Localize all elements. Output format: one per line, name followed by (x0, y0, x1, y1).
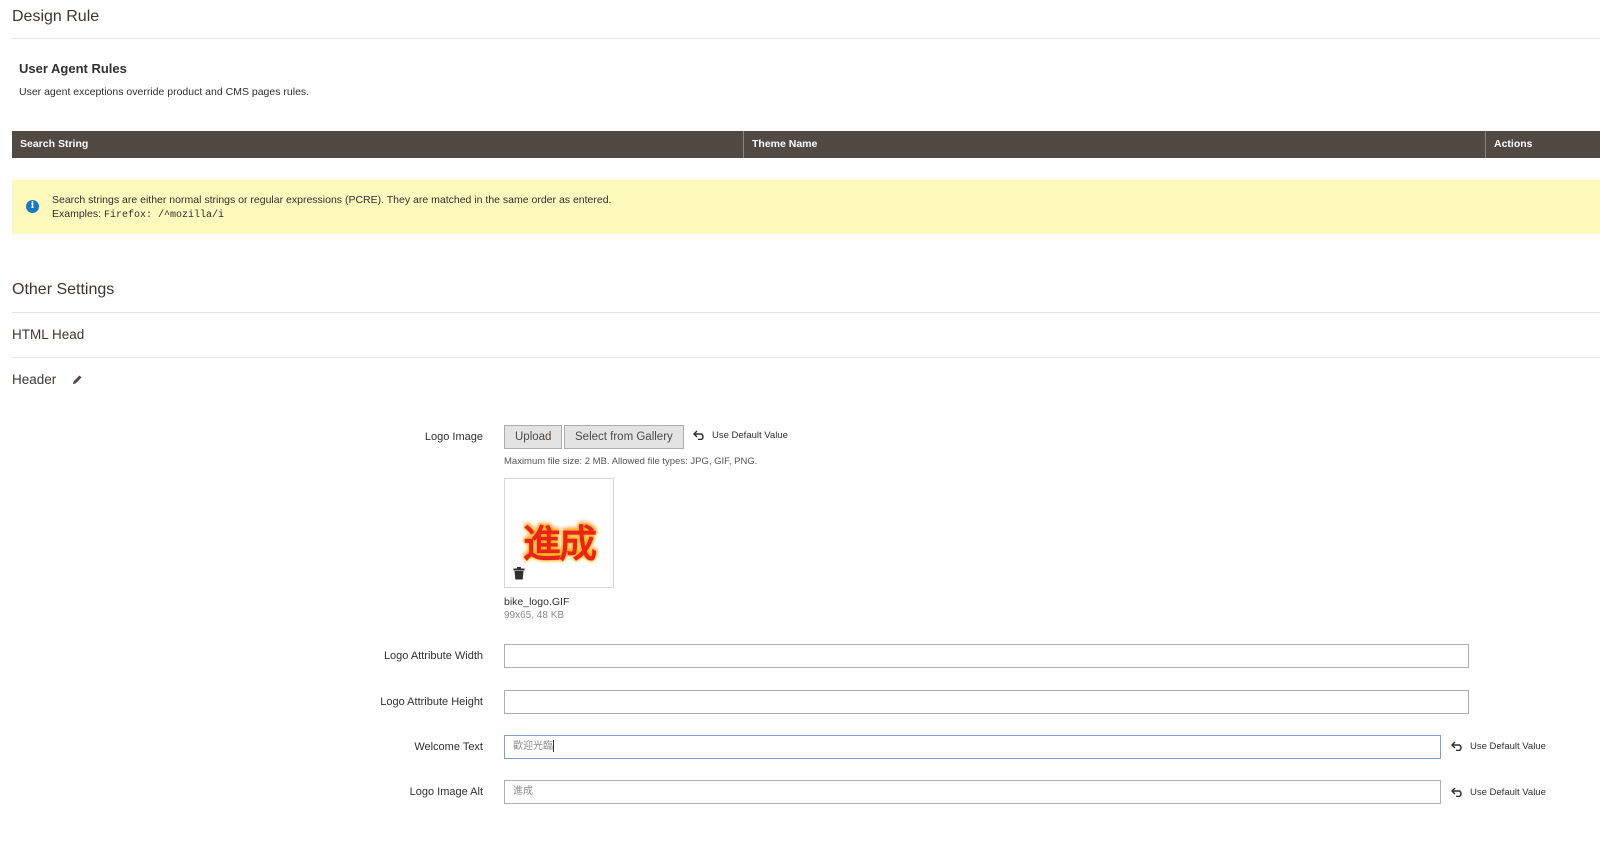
logo-width-label: Logo Attribute Width (383, 650, 483, 662)
text-caret (553, 740, 554, 752)
pencil-icon (72, 373, 83, 388)
undo-icon (1451, 741, 1470, 752)
welcome-use-default-button[interactable]: Use Default Value (1451, 741, 1546, 752)
logo-height-label: Logo Attribute Height (380, 696, 483, 708)
notice-examples-label: Examples: (52, 208, 102, 220)
column-theme-name: Theme Name (743, 131, 1485, 158)
logo-file-name: bike_logo.GIF (504, 596, 570, 608)
logo-preview: 進成 (504, 478, 614, 588)
alt-use-default-label: Use Default Value (1470, 787, 1546, 798)
welcome-use-default-label: Use Default Value (1470, 741, 1546, 752)
upload-button[interactable]: Upload (504, 425, 563, 449)
design-rule-title: Design Rule (12, 8, 100, 25)
alt-use-default-button[interactable]: Use Default Value (1451, 787, 1546, 798)
logo-alt-label: Logo Image Alt (409, 786, 483, 798)
other-settings-title: Other Settings (12, 281, 115, 298)
notice-text: Search strings are either normal strings… (52, 194, 612, 206)
logo-width-input[interactable] (504, 644, 1469, 668)
header-section-label: Header (12, 372, 57, 387)
user-agent-rules-title: User Agent Rules (19, 61, 127, 76)
logo-preview-image: 進成 (523, 522, 597, 566)
notice-examples-code: Firefox: /^mozilla/i (103, 210, 224, 221)
user-agent-rules-description: User agent exceptions override product a… (19, 86, 310, 98)
trash-icon[interactable] (513, 567, 525, 585)
logo-alt-input[interactable]: 進成 (504, 780, 1441, 804)
logo-height-input[interactable] (504, 690, 1469, 714)
logo-use-default-button[interactable]: Use Default Value (693, 430, 788, 441)
divider (12, 312, 1600, 313)
logo-image-label: Logo Image (424, 431, 483, 443)
logo-file-note: Maximum file size: 2 MB. Allowed file ty… (504, 456, 758, 467)
info-icon: i (26, 200, 39, 213)
welcome-text-label: Welcome Text (414, 741, 483, 753)
header-section-toggle[interactable]: Header (12, 372, 83, 388)
logo-file-meta: 99x65, 48 KB (504, 610, 565, 621)
column-search-string: Search String (20, 138, 89, 150)
undo-icon (693, 430, 712, 441)
select-from-gallery-button[interactable]: Select from Gallery (564, 425, 684, 449)
welcome-text-input[interactable]: 歡迎光臨 (504, 735, 1441, 759)
undo-icon (1451, 787, 1470, 798)
user-agent-grid-header: Search String Theme Name Actions (12, 131, 1600, 158)
divider (12, 38, 1600, 39)
html-head-section-toggle[interactable]: HTML Head (12, 327, 84, 342)
notice-examples: Examples: Firefox: /^mozilla/i (52, 208, 224, 221)
logo-use-default-label: Use Default Value (712, 430, 788, 441)
column-actions: Actions (1485, 131, 1600, 158)
user-agent-notice: i Search strings are either normal strin… (12, 180, 1600, 234)
welcome-text-value: 歡迎光臨 (513, 741, 553, 752)
divider (12, 357, 1600, 358)
